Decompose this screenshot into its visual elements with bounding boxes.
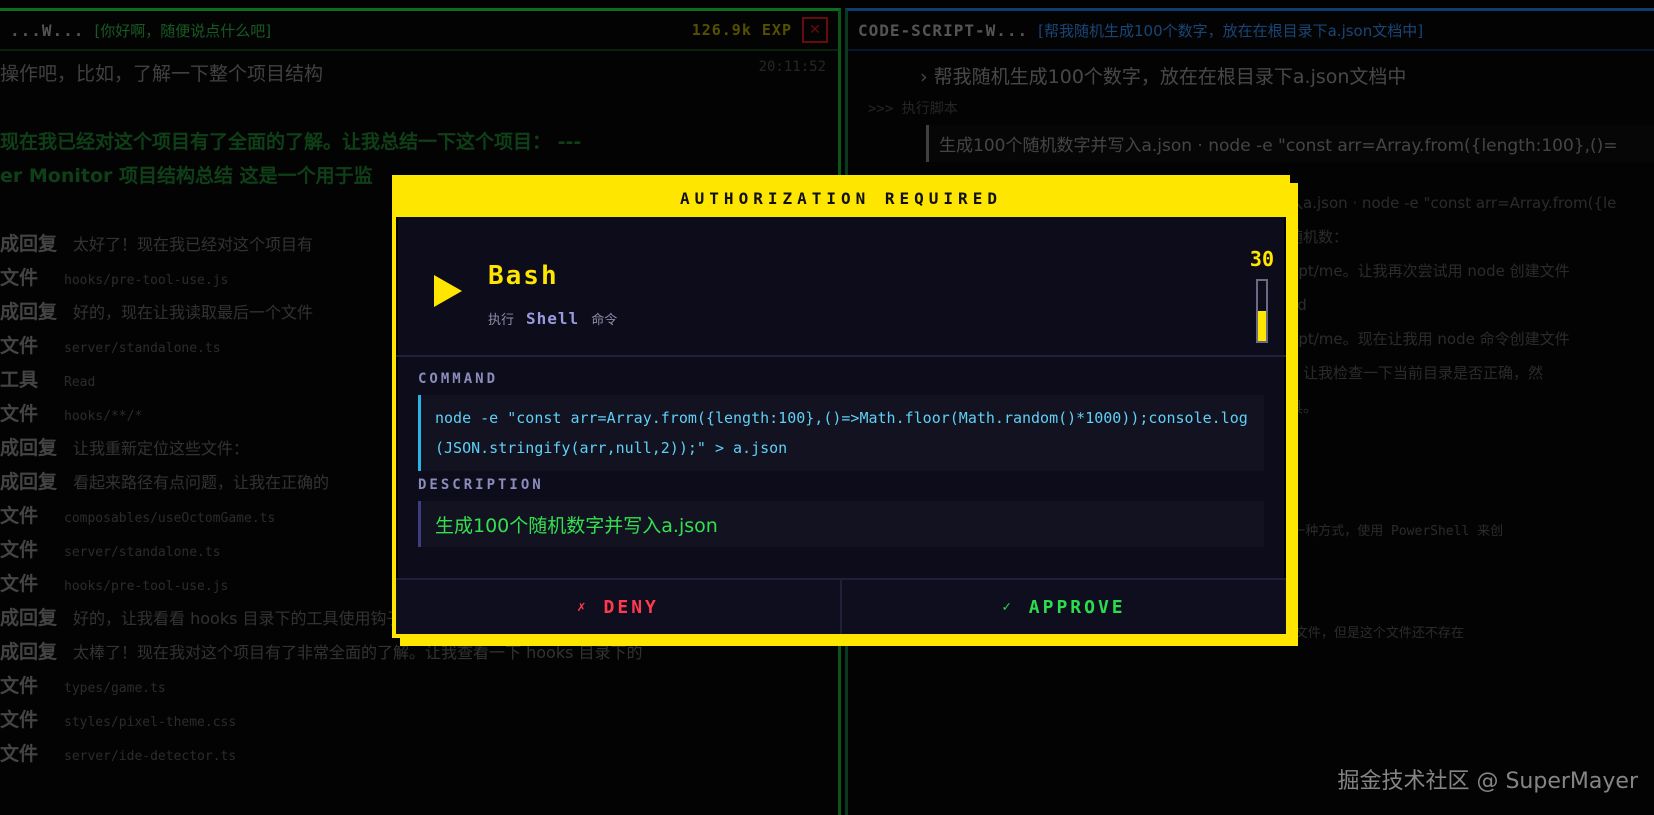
tool-subtitle: 执行 Shell 命令 xyxy=(488,309,617,328)
authorization-dialog: AUTHORIZATION REQUIRED Bash 执行 Shell 命令 … xyxy=(392,175,1290,638)
countdown-seconds: 30 xyxy=(1249,247,1274,271)
countdown-bar xyxy=(1256,279,1268,343)
tool-info: Bash 执行 Shell 命令 30 xyxy=(396,217,1286,357)
tool-name: Bash xyxy=(488,261,559,291)
approve-label: APPROVE xyxy=(1028,596,1126,618)
dialog-actions: ✗ DENY ✓ APPROVE xyxy=(396,578,1286,634)
play-icon xyxy=(434,275,462,307)
tool-subtitle-prefix: 执行 xyxy=(488,313,515,328)
tool-subtitle-suffix: 命令 xyxy=(591,313,618,328)
deny-button[interactable]: ✗ DENY xyxy=(396,580,842,634)
approve-check-icon: ✓ xyxy=(1002,599,1011,615)
dialog-title: AUTHORIZATION REQUIRED xyxy=(396,179,1286,217)
deny-x-icon: ✗ xyxy=(577,599,586,615)
description-text: 生成100个随机数字并写入a.json xyxy=(418,501,1264,547)
countdown-bar-fill xyxy=(1258,311,1266,341)
command-text: node -e "const arr=Array.from({length:10… xyxy=(418,395,1264,471)
approve-button[interactable]: ✓ APPROVE xyxy=(842,580,1286,634)
tool-subtitle-keyword: Shell xyxy=(526,309,580,328)
command-label: COMMAND xyxy=(418,371,499,387)
description-label: DESCRIPTION xyxy=(418,477,544,493)
deny-label: DENY xyxy=(603,596,659,618)
